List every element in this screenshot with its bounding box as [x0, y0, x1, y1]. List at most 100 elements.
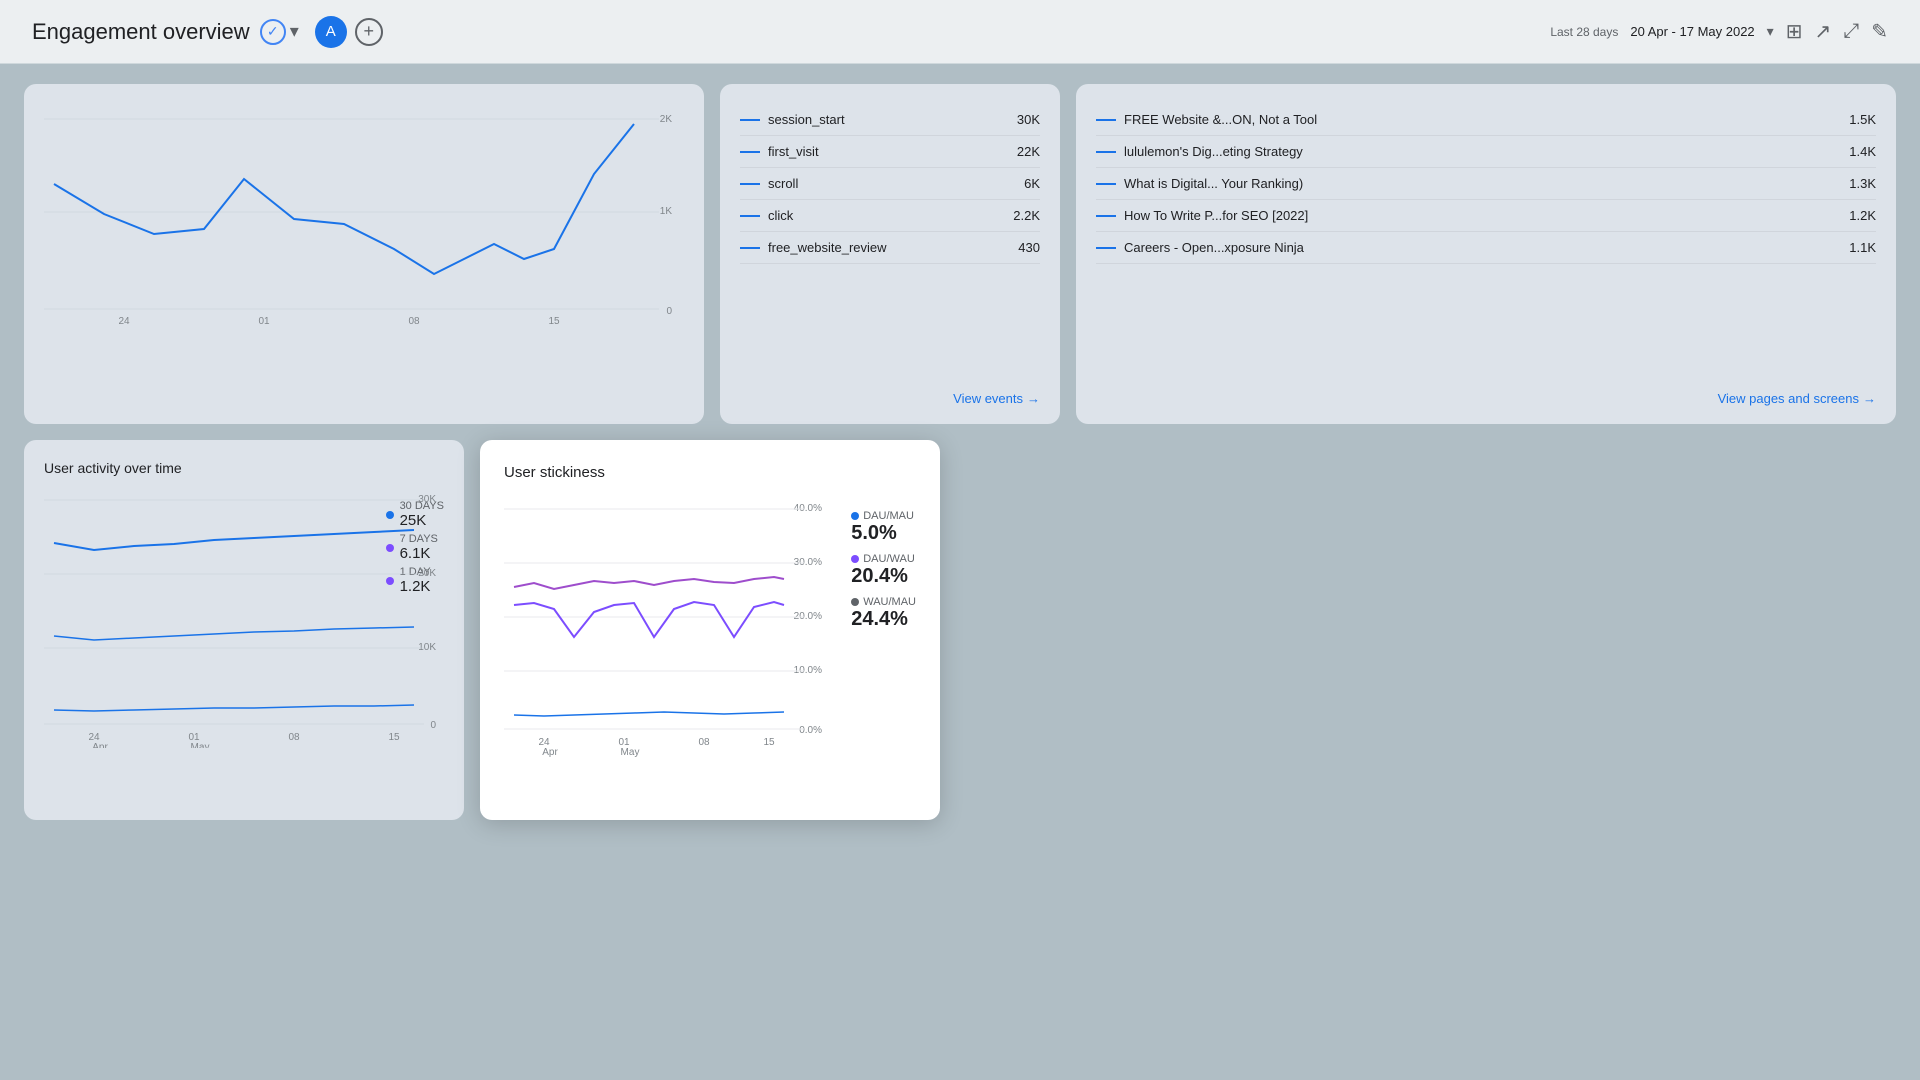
- dropdown-arrow-icon[interactable]: ▾: [290, 21, 299, 42]
- metric-label: DAU/WAU: [851, 553, 916, 565]
- page-value: 1.3K: [1849, 176, 1876, 191]
- date-range-label: Last 28 days: [1550, 25, 1618, 39]
- svg-text:20K: 20K: [418, 568, 436, 579]
- user-activity-chart: 30K 20K 10K 0 24 A: [44, 488, 444, 748]
- pages-list: FREE Website &...ON, Not a Tool 1.5K lul…: [1096, 104, 1876, 264]
- metric-value: 20.4%: [851, 565, 916, 588]
- events-list: session_start 30K first_visit 22K scroll…: [740, 104, 1040, 264]
- add-button[interactable]: +: [355, 18, 383, 46]
- main-chart: 2K 1K 0 24 Apr 01 May 08 15: [44, 104, 684, 324]
- stickiness-chart: 40.0% 30.0% 20.0% 10.0% 0.0%: [504, 497, 824, 757]
- page-name: lululemon's Dig...eting Strategy: [1096, 144, 1303, 159]
- header: Engagement overview ✓ ▾ A + Last 28 days…: [0, 0, 1920, 64]
- page-name: FREE Website &...ON, Not a Tool: [1096, 112, 1317, 127]
- svg-text:Apr: Apr: [92, 742, 108, 748]
- main-chart-card: 2K 1K 0 24 Apr 01 May 08 15: [24, 84, 704, 424]
- event-value: 2.2K: [1013, 208, 1040, 223]
- page-name: Careers - Open...xposure Ninja: [1096, 240, 1304, 255]
- event-value: 30K: [1017, 112, 1040, 127]
- main-chart-svg: 2K 1K 0 24 Apr 01 May 08 15: [44, 104, 684, 324]
- page-value: 1.5K: [1849, 112, 1876, 127]
- user-activity-svg: 30K 20K 10K 0 24 A: [44, 488, 444, 748]
- page-row: Careers - Open...xposure Ninja 1.1K: [1096, 232, 1876, 264]
- svg-text:0: 0: [430, 720, 436, 731]
- svg-text:May: May: [621, 747, 640, 757]
- edit-report-icon[interactable]: ⊞: [1786, 19, 1803, 44]
- events-card: session_start 30K first_visit 22K scroll…: [720, 84, 1060, 424]
- metric-item: DAU/MAU 5.0%: [851, 510, 916, 545]
- svg-text:10K: 10K: [418, 642, 436, 653]
- page-row: What is Digital... Your Ranking) 1.3K: [1096, 168, 1876, 200]
- page-value: 1.4K: [1849, 144, 1876, 159]
- metric-dot: [851, 512, 859, 520]
- view-pages-link[interactable]: View pages and screens →: [1718, 391, 1876, 406]
- metric-value: 24.4%: [851, 608, 916, 631]
- page-indicator: [1096, 183, 1116, 185]
- event-indicator: [740, 247, 760, 249]
- date-dropdown-icon[interactable]: ▾: [1767, 23, 1774, 40]
- svg-text:Apr: Apr: [542, 747, 558, 757]
- svg-text:15: 15: [548, 316, 560, 324]
- event-name: scroll: [740, 176, 798, 191]
- page-row: lululemon's Dig...eting Strategy 1.4K: [1096, 136, 1876, 168]
- metric-dot: [851, 555, 859, 563]
- event-indicator: [740, 151, 760, 153]
- event-indicator: [740, 183, 760, 185]
- svg-text:0.0%: 0.0%: [799, 725, 822, 736]
- page-indicator: [1096, 247, 1116, 249]
- event-name: free_website_review: [740, 240, 887, 255]
- page-indicator: [1096, 119, 1116, 121]
- svg-text:0: 0: [666, 306, 672, 317]
- page-row: FREE Website &...ON, Not a Tool 1.5K: [1096, 104, 1876, 136]
- event-value: 6K: [1024, 176, 1040, 191]
- bottom-row: User activity over time 30 DAYS 25K 7 DA…: [24, 440, 1896, 820]
- stickiness-card: User stickiness DAU/MAU 5.0% DAU/WAU 20.…: [480, 440, 940, 820]
- svg-text:08: 08: [408, 316, 420, 324]
- arrow-right-icon: →: [1027, 391, 1040, 406]
- metric-label: DAU/MAU: [851, 510, 916, 522]
- page-indicator: [1096, 215, 1116, 217]
- svg-text:01: 01: [258, 316, 270, 324]
- page-title: Engagement overview: [32, 19, 250, 45]
- page-name: How To Write P...for SEO [2022]: [1096, 208, 1308, 223]
- user-activity-title: User activity over time: [44, 460, 444, 476]
- page-value: 1.1K: [1849, 240, 1876, 255]
- stickiness-metrics: DAU/MAU 5.0% DAU/WAU 20.4% WAU/MAU 24.4%: [851, 510, 916, 631]
- top-row: 2K 1K 0 24 Apr 01 May 08 15: [24, 84, 1896, 424]
- metric-dot: [851, 598, 859, 606]
- avatar[interactable]: A: [315, 16, 347, 48]
- event-name: session_start: [740, 112, 845, 127]
- event-name: first_visit: [740, 144, 819, 159]
- metric-item: DAU/WAU 20.4%: [851, 553, 916, 588]
- svg-text:08: 08: [288, 732, 300, 743]
- svg-text:2K: 2K: [660, 114, 673, 125]
- svg-text:15: 15: [763, 737, 775, 748]
- page-indicator: [1096, 151, 1116, 153]
- metric-label: WAU/MAU: [851, 596, 916, 608]
- event-row: first_visit 22K: [740, 136, 1040, 168]
- pencil-icon[interactable]: ✎: [1871, 19, 1888, 44]
- pages-card: FREE Website &...ON, Not a Tool 1.5K lul…: [1076, 84, 1896, 424]
- event-row: free_website_review 430: [740, 232, 1040, 264]
- stickiness-svg: 40.0% 30.0% 20.0% 10.0% 0.0%: [504, 497, 824, 757]
- date-range-value[interactable]: 20 Apr - 17 May 2022: [1630, 24, 1754, 39]
- main-content: 2K 1K 0 24 Apr 01 May 08 15: [0, 64, 1920, 1080]
- event-indicator: [740, 119, 760, 121]
- share-icon[interactable]: ↗: [1814, 19, 1831, 44]
- metric-value: 5.0%: [851, 522, 916, 545]
- arrow-right-icon-pages: →: [1863, 391, 1876, 406]
- svg-text:30K: 30K: [418, 494, 436, 505]
- page-row: How To Write P...for SEO [2022] 1.2K: [1096, 200, 1876, 232]
- view-events-link[interactable]: View events →: [953, 391, 1040, 406]
- event-value: 430: [1018, 240, 1040, 255]
- header-right: Last 28 days 20 Apr - 17 May 2022 ▾ ⊞ ↗ …: [1550, 19, 1888, 44]
- page-name: What is Digital... Your Ranking): [1096, 176, 1303, 191]
- compare-icon[interactable]: ⤢: [1843, 20, 1859, 43]
- svg-text:24: 24: [118, 316, 130, 324]
- svg-text:May: May: [191, 742, 210, 748]
- stickiness-title: User stickiness: [504, 464, 916, 481]
- svg-text:15: 15: [388, 732, 400, 743]
- page-value: 1.2K: [1849, 208, 1876, 223]
- check-icon[interactable]: ✓: [260, 19, 286, 45]
- svg-text:1K: 1K: [660, 206, 673, 217]
